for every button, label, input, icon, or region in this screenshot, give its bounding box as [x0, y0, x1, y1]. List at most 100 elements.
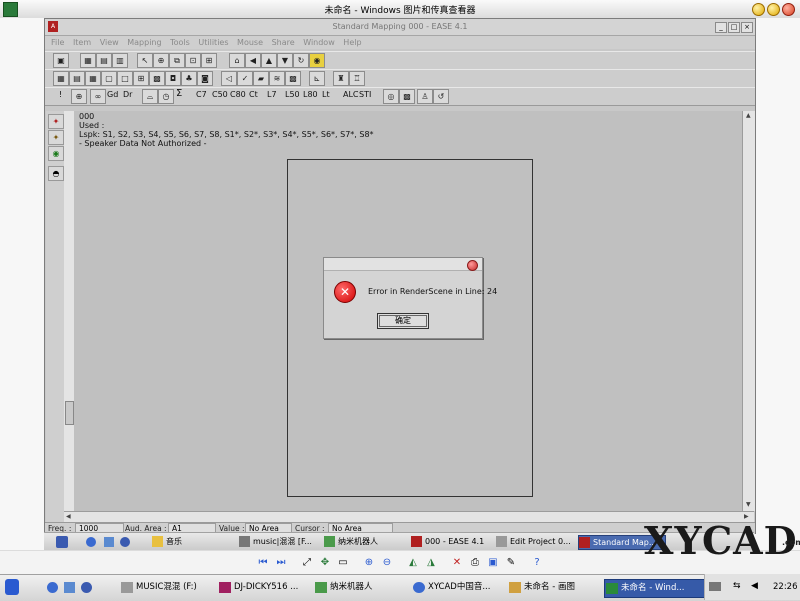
crosshair-icon[interactable]: ⊕ — [71, 89, 87, 104]
surface-icon[interactable]: ▰ — [253, 71, 269, 86]
os-task-viewer[interactable]: 未命名 - Wind... — [604, 579, 706, 598]
menu-file[interactable]: File — [51, 36, 64, 49]
sigma-label[interactable]: Σ — [176, 88, 182, 99]
network-icon[interactable]: ⇆ — [733, 581, 741, 591]
inner-task-music-folder[interactable]: 音乐 — [152, 535, 182, 548]
arrow-left-icon[interactable]: ◀ — [245, 53, 261, 68]
right-scrollbar[interactable]: ▲ ▼ — [742, 111, 755, 511]
inner-task-nanobot[interactable]: 纳米机器人 — [324, 535, 378, 548]
rotate-icon[interactable]: ↻ — [293, 53, 309, 68]
os-task-xycad[interactable]: XYCAD中国音... — [412, 579, 490, 596]
show-desktop-icon[interactable] — [64, 582, 75, 593]
ok-button[interactable]: 确定 — [377, 313, 429, 329]
hatch-icon[interactable]: ▩ — [399, 89, 415, 104]
grid-quad-icon[interactable]: ▦ — [85, 71, 101, 86]
clock-icon[interactable]: ◷ — [158, 89, 174, 104]
grid-icon[interactable]: ▦ — [53, 71, 69, 86]
volume-icon[interactable]: ◀ — [751, 581, 758, 591]
link-icon[interactable]: ∞ — [90, 89, 106, 104]
ease-maximize-button[interactable]: □ — [728, 22, 740, 33]
l80-label[interactable]: L80 — [303, 90, 318, 99]
zoom-in-icon[interactable]: ⊕ — [362, 556, 376, 570]
delete-icon[interactable]: ✕ — [450, 556, 464, 570]
c7-label[interactable]: C7 — [196, 90, 207, 99]
menu-mapping[interactable]: Mapping — [127, 36, 161, 49]
listener-icon[interactable]: ♜ — [333, 71, 349, 86]
inner-task-music[interactable]: music|混混 [F... — [239, 535, 312, 548]
chair-icon[interactable]: ♙ — [417, 89, 433, 104]
os-task-music-drive[interactable]: MUSIC混混 (F:) — [120, 579, 197, 596]
media-icon[interactable] — [120, 537, 130, 547]
arrow-down-icon[interactable]: ▼ — [277, 53, 293, 68]
close-icon[interactable] — [782, 3, 795, 16]
inner-task-edit-project[interactable]: Edit Project 0... — [496, 535, 571, 548]
c50-label[interactable]: C50 — [212, 90, 228, 99]
edit-room-icon[interactable]: ▦ — [80, 53, 96, 68]
dr-label[interactable]: Dr — [123, 90, 132, 99]
menu-help[interactable]: Help — [343, 36, 361, 49]
scroll-up-icon[interactable]: ▲ — [746, 112, 751, 119]
ease-minimize-button[interactable]: _ — [715, 22, 727, 33]
menu-view[interactable]: View — [100, 36, 119, 49]
os-task-nanobot[interactable]: 纳米机器人 — [314, 579, 373, 596]
menu-tools[interactable]: Tools — [170, 36, 190, 49]
zoom-fit-icon[interactable]: ⊞ — [201, 53, 217, 68]
ease-close-button[interactable]: × — [741, 22, 753, 33]
slideshow-icon[interactable]: ▭ — [336, 556, 350, 570]
os-task-dj[interactable]: DJ-DICKY516 ... — [218, 579, 298, 596]
open-icon[interactable]: ▣ — [53, 53, 69, 68]
graph-icon[interactable]: ⊾ — [309, 71, 325, 86]
menu-window[interactable]: Window — [303, 36, 335, 49]
audience-icon[interactable]: ♖ — [349, 71, 365, 86]
speaker-orange-icon[interactable]: ✦ — [48, 130, 64, 145]
browser-icon[interactable] — [86, 537, 96, 547]
rotate-counterclockwise-icon[interactable]: ◮ — [424, 556, 438, 570]
layout-icon[interactable]: ⊞ — [133, 71, 149, 86]
l50-label[interactable]: L50 — [285, 90, 300, 99]
house-icon[interactable]: ⌂ — [229, 53, 245, 68]
eye-icon[interactable]: ◉ — [48, 146, 64, 161]
edit-project-icon[interactable]: ▤ — [96, 53, 112, 68]
lt-label[interactable]: Lt — [322, 90, 330, 99]
edit-icon[interactable]: ✎ — [504, 556, 518, 570]
mapping-icon[interactable]: ▥ — [112, 53, 128, 68]
start-apple-icon[interactable] — [5, 579, 19, 595]
arrow-up-icon[interactable]: ▲ — [261, 53, 277, 68]
gd-label[interactable]: Gd — [107, 90, 118, 99]
rotate-clockwise-icon[interactable]: ◭ — [406, 556, 420, 570]
print-icon[interactable]: ⎙ — [468, 556, 482, 570]
zoom-out-icon[interactable]: ⊖ — [380, 556, 394, 570]
alc-label[interactable]: ALC — [343, 90, 359, 99]
refresh-icon[interactable]: ↺ — [433, 89, 449, 104]
target-icon[interactable]: ⊕ — [153, 53, 169, 68]
media-player-icon[interactable] — [81, 582, 92, 593]
os-task-paint[interactable]: 未命名 - 画图 — [508, 579, 575, 596]
scroll-left-icon[interactable]: ◀ — [66, 513, 71, 520]
zoom-window-icon[interactable]: ⧉ — [169, 53, 185, 68]
ct-label[interactable]: Ct — [249, 90, 258, 99]
globe-icon[interactable]: ◉ — [309, 53, 325, 68]
zoom-all-icon[interactable]: ⊡ — [185, 53, 201, 68]
desktop-icon[interactable] — [104, 537, 114, 547]
render-icon[interactable]: ▩ — [149, 71, 165, 86]
inner-task-ease[interactable]: 000 - EASE 4.1 — [411, 535, 484, 548]
people-icon[interactable]: ♣ — [181, 71, 197, 86]
next-image-icon[interactable]: ⏭ — [274, 556, 288, 570]
target-circle-icon[interactable]: ◎ — [383, 89, 399, 104]
maximize-icon[interactable] — [767, 3, 780, 16]
previous-image-icon[interactable]: ⏮ — [256, 556, 270, 570]
pattern-icon[interactable]: ▩ — [285, 71, 301, 86]
keyboard-icon[interactable] — [709, 582, 721, 591]
gauge-icon[interactable]: ◓ — [48, 166, 64, 181]
menu-share[interactable]: Share — [272, 36, 295, 49]
level-icon[interactable]: ⌓ — [142, 89, 158, 104]
waves-icon[interactable]: ≋ — [269, 71, 285, 86]
help-icon[interactable]: ? — [530, 556, 544, 570]
pointer-icon[interactable]: ↖ — [137, 53, 153, 68]
marker-icon[interactable]: ✓ — [237, 71, 253, 86]
sti-label[interactable]: STI — [359, 90, 371, 99]
dialog-close-icon[interactable] — [467, 260, 478, 271]
scroll-down-icon[interactable]: ▼ — [746, 501, 751, 508]
c80-label[interactable]: C80 — [230, 90, 246, 99]
square-icon[interactable]: □ — [117, 71, 133, 86]
